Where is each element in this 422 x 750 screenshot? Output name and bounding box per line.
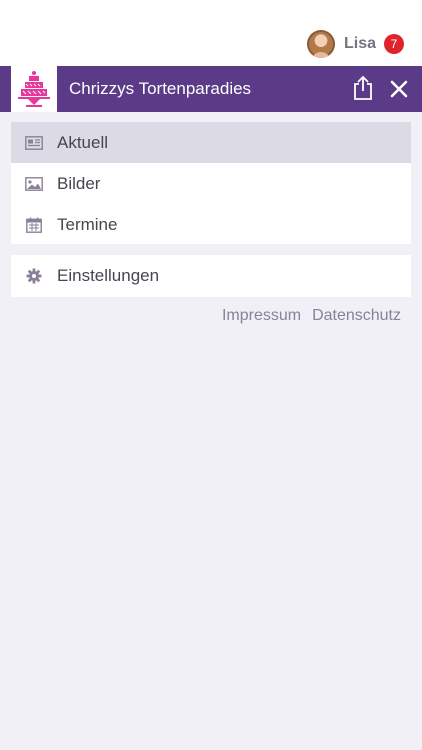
datenschutz-link[interactable]: Datenschutz — [312, 307, 401, 325]
main-menu: Aktuell Bilder Termine — [11, 122, 411, 244]
app-header: Chrizzys Tortenparadies — [0, 66, 422, 112]
user-name[interactable]: Lisa — [344, 35, 376, 53]
menu-item-label: Termine — [57, 214, 118, 234]
menu-item-einstellungen[interactable]: Einstellungen — [11, 255, 411, 296]
share-icon — [354, 75, 372, 100]
cake-logo — [11, 66, 57, 112]
share-button[interactable] — [350, 74, 376, 102]
menu-item-label: Bilder — [57, 173, 101, 193]
impressum-link[interactable]: Impressum — [222, 307, 301, 325]
calendar-icon — [25, 217, 43, 233]
footer-links: Impressum Datenschutz — [222, 307, 401, 325]
cake-logo-icon — [18, 71, 50, 107]
news-icon — [25, 135, 43, 151]
menu-item-aktuell[interactable]: Aktuell — [11, 122, 411, 163]
notification-badge[interactable]: 7 — [384, 34, 404, 54]
settings-menu: Einstellungen — [11, 255, 411, 297]
menu-item-label: Aktuell — [57, 132, 109, 152]
menu-item-termine[interactable]: Termine — [11, 204, 411, 245]
close-icon — [390, 80, 408, 98]
avatar[interactable] — [306, 30, 335, 58]
image-icon — [25, 176, 43, 192]
menu-item-bilder[interactable]: Bilder — [11, 163, 411, 204]
menu-item-label: Einstellungen — [57, 265, 160, 285]
gear-icon — [25, 268, 43, 284]
top-bar: Lisa 7 — [0, 0, 422, 66]
close-button[interactable] — [386, 76, 412, 102]
page-title: Chrizzys Tortenparadies — [69, 79, 252, 98]
user-info[interactable]: Lisa 7 — [306, 29, 404, 59]
